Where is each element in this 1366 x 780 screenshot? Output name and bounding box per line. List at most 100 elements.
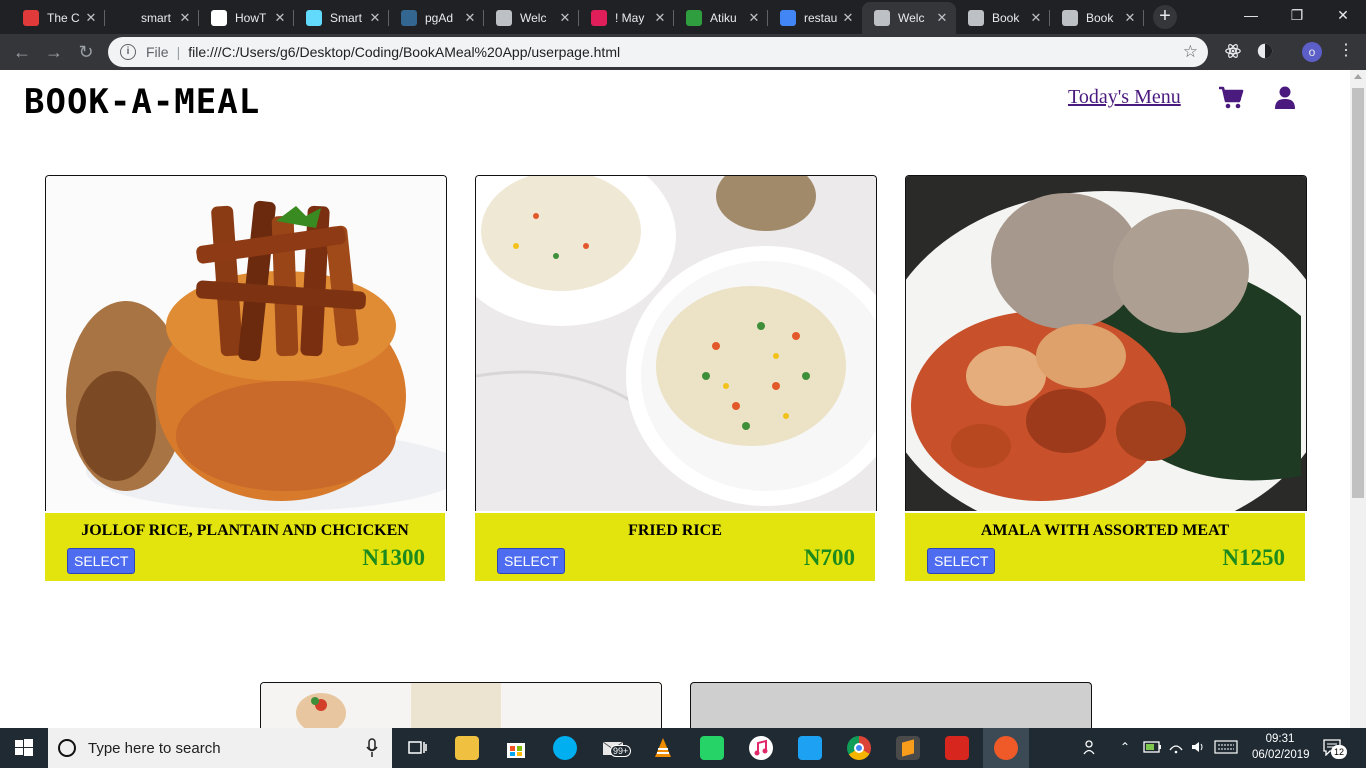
vlc-icon[interactable] (651, 736, 675, 760)
itunes-icon[interactable] (749, 736, 773, 760)
scrollbar-thumb[interactable] (1352, 88, 1364, 498)
tab-favicon-icon (686, 10, 702, 26)
clock-time: 09:31 (1265, 733, 1295, 745)
scroll-up-icon[interactable] (1354, 74, 1362, 79)
meal-image-jollof (45, 175, 447, 511)
address-divider: | (176, 44, 181, 60)
tab-favicon-icon (780, 10, 796, 26)
tab-close-icon[interactable]: ✕ (1122, 10, 1138, 26)
tab-favicon-icon (874, 10, 890, 26)
tab-close-icon[interactable]: ✕ (652, 10, 668, 26)
wifi-icon[interactable] (1168, 740, 1184, 780)
whatsapp-icon[interactable] (700, 736, 724, 760)
keyboard-icon[interactable] (1214, 740, 1238, 780)
tab-favicon-icon (211, 10, 227, 26)
browser-tab[interactable]: Atiku ✕ (674, 2, 768, 34)
meal-card: JOLLOF RICE, PLANTAIN AND CHCICKEN SELEC… (45, 175, 447, 583)
tray-overflow-icon[interactable]: ⌃ (1120, 740, 1130, 780)
tab-close-icon[interactable]: ✕ (462, 10, 478, 26)
task-view-icon[interactable] (405, 736, 429, 760)
meal-image-placeholder (690, 682, 1092, 728)
browser-tab[interactable]: The C ✕ (11, 2, 105, 34)
tab-title: Book (1086, 11, 1114, 25)
tab-close-icon[interactable]: ✕ (934, 10, 950, 26)
acrobat-icon[interactable] (945, 736, 969, 760)
url-text[interactable]: file:///C:/Users/g6/Desktop/Coding/BookA… (188, 44, 620, 60)
select-button[interactable]: SELECT (67, 548, 136, 574)
windows-start-icon[interactable] (0, 728, 48, 768)
tab-title: Welc (898, 11, 925, 25)
info-icon[interactable]: i (120, 44, 136, 60)
browser-tab[interactable]: smart ✕ (105, 2, 199, 34)
browser-tab[interactable]: Book ✕ (1050, 2, 1144, 34)
brackets-icon[interactable] (994, 736, 1018, 760)
select-button[interactable]: SELECT (497, 548, 566, 574)
browser-toolbar: ← → ↻ i File | file:///C:/Users/g6/Deskt… (0, 34, 1366, 70)
tab-close-icon[interactable]: ✕ (1028, 10, 1044, 26)
store-icon[interactable] (504, 736, 528, 760)
scheme-label: File (146, 44, 169, 60)
tab-close-icon[interactable]: ✕ (557, 10, 573, 26)
tab-close-icon[interactable]: ✕ (746, 10, 762, 26)
tab-close-icon[interactable]: ✕ (177, 10, 193, 26)
tab-close-icon[interactable]: ✕ (840, 10, 856, 26)
mail-badge: 99+ (610, 745, 632, 757)
tab-close-icon[interactable]: ✕ (367, 10, 383, 26)
people-icon[interactable] (1082, 738, 1100, 778)
tab-close-icon[interactable]: ✕ (83, 10, 99, 26)
taskbar-search[interactable]: Type here to search (48, 728, 392, 768)
tab-title: Book (992, 11, 1020, 25)
profile-avatar[interactable]: o (1302, 42, 1322, 62)
react-devtools-icon[interactable] (1223, 42, 1243, 62)
back-arrow-icon[interactable]: ← (10, 40, 34, 64)
browser-tab[interactable]: pgAd ✕ (389, 2, 484, 34)
extension-icon[interactable] (1255, 42, 1275, 62)
browser-tab[interactable]: Book ✕ (956, 2, 1050, 34)
meal-name: JOLLOF RICE, PLANTAIN AND CHCICKEN (81, 522, 409, 539)
tab-title: Atiku (710, 11, 737, 25)
maximize-button[interactable]: ❐ (1274, 0, 1320, 30)
forward-arrow-icon[interactable]: → (42, 40, 66, 64)
cart-icon[interactable] (1218, 86, 1244, 115)
minimize-button[interactable]: — (1228, 0, 1274, 30)
reload-icon[interactable]: ↻ (74, 40, 98, 64)
browser-tab[interactable]: ! May ✕ (579, 2, 674, 34)
meal-name: FRIED RICE (628, 522, 722, 539)
browser-tab[interactable]: restau ✕ (768, 2, 862, 34)
address-bar[interactable]: i File | file:///C:/Users/g6/Desktop/Cod… (108, 37, 1208, 67)
battery-icon[interactable] (1143, 740, 1163, 780)
windows-taskbar: Type here to search 99+ ⌃ 09:31 06/02/20… (0, 728, 1366, 768)
browser-tab[interactable]: Welc ✕ (862, 2, 956, 34)
close-window-button[interactable]: ✕ (1320, 0, 1366, 30)
site-logo[interactable]: BOOK-A-MEAL (24, 82, 260, 122)
browser-tab[interactable]: HowT ✕ (199, 2, 294, 34)
browser-tab[interactable]: Smart ✕ (294, 2, 389, 34)
tab-favicon-icon (117, 10, 133, 26)
user-icon[interactable] (1274, 86, 1296, 115)
page-scrollbar[interactable] (1350, 70, 1366, 728)
select-button[interactable]: SELECT (927, 548, 996, 574)
tab-title: Welc (520, 11, 547, 25)
meal-image-amala (905, 175, 1307, 511)
new-tab-button[interactable]: + (1153, 5, 1177, 29)
tab-favicon-icon (306, 10, 322, 26)
todays-menu-link[interactable]: Today's Menu (1068, 86, 1181, 109)
taskbar-clock[interactable]: 09:31 06/02/2019 (1252, 731, 1310, 763)
tab-separator (1143, 10, 1144, 26)
tab-close-icon[interactable]: ✕ (272, 10, 288, 26)
mail-icon[interactable]: 99+ (602, 736, 632, 760)
page-viewport: BOOK-A-MEAL Today's Menu JOLLOF RICE, PL… (0, 70, 1350, 728)
bookmark-star-icon[interactable]: ☆ (1183, 42, 1198, 62)
chrome-menu-icon[interactable]: ⋮ (1336, 42, 1356, 62)
skype-icon[interactable] (553, 736, 577, 760)
twitter-icon[interactable] (798, 736, 822, 760)
sublime-icon[interactable] (896, 736, 920, 760)
volume-icon[interactable] (1190, 739, 1206, 779)
browser-tab[interactable]: Welc ✕ (484, 2, 579, 34)
chrome-icon[interactable] (847, 736, 871, 760)
file-explorer-icon[interactable] (455, 736, 479, 760)
microphone-icon[interactable] (366, 738, 378, 762)
notifications-icon[interactable]: 12 (1322, 738, 1347, 778)
clock-date: 06/02/2019 (1252, 749, 1310, 761)
meal-image-fried-rice (475, 175, 877, 511)
